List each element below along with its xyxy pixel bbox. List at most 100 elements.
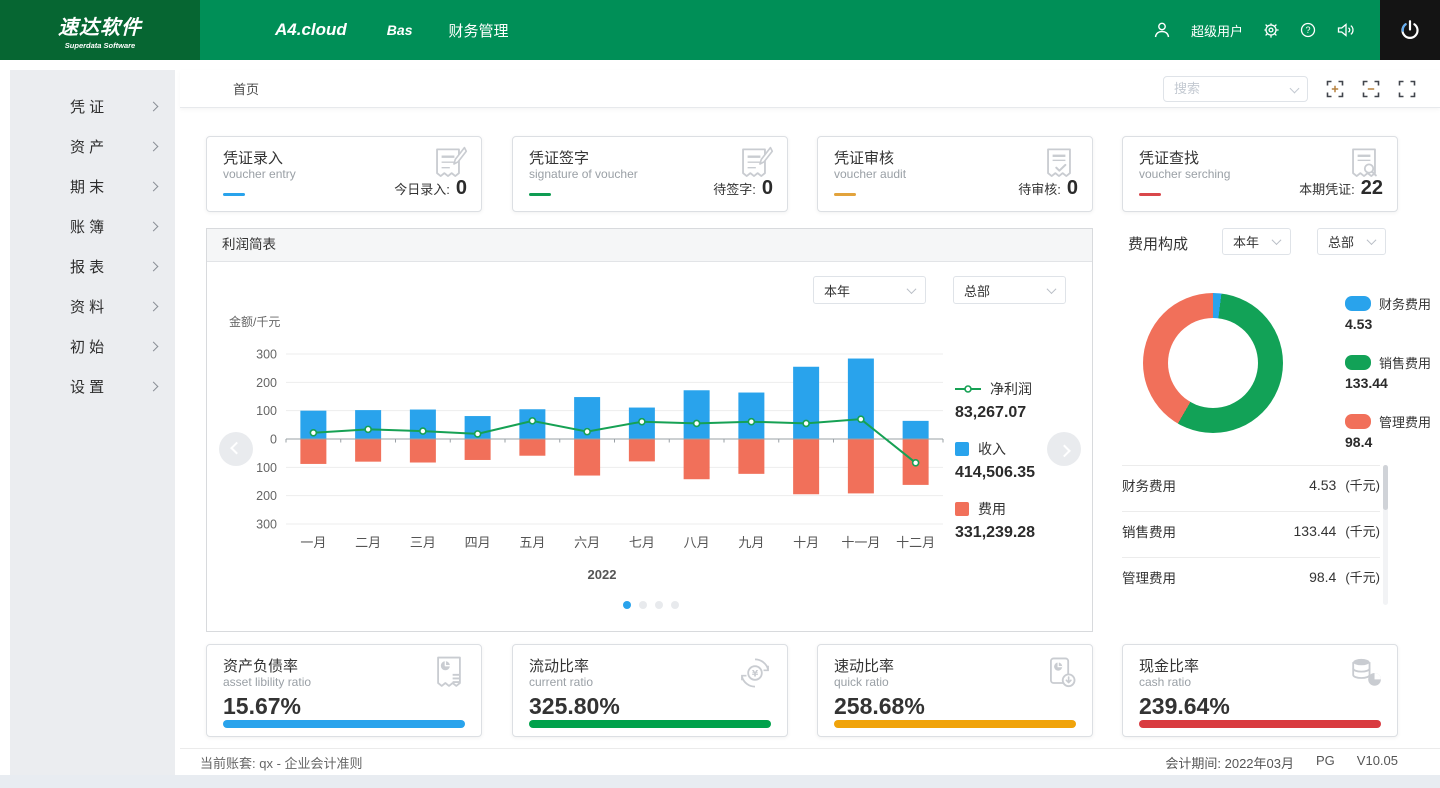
ratio-card-asset-liability[interactable]: 资产负债率 asset libility ratio 15.67% bbox=[206, 644, 482, 737]
stat-card-voucher-signature[interactable]: 凭证签字 signature of voucher 待签字:0 bbox=[512, 136, 788, 212]
card-pie-arrow-icon bbox=[1040, 653, 1080, 698]
org-select[interactable]: 总部 bbox=[953, 276, 1066, 304]
svg-text:?: ? bbox=[1305, 25, 1310, 35]
accent-dash bbox=[529, 193, 551, 196]
stat-card-voucher-entry[interactable]: 凭证录入 voucher entry 今日录入:0 bbox=[206, 136, 482, 212]
ratio-bar bbox=[529, 720, 771, 728]
sidebar-item-initial[interactable]: 初 始 bbox=[10, 326, 175, 366]
pagination-dot[interactable] bbox=[671, 601, 679, 609]
sidebar-item-voucher[interactable]: 凭 证 bbox=[10, 86, 175, 126]
period-select[interactable]: 本年 bbox=[813, 276, 926, 304]
scrollbar-track[interactable] bbox=[1383, 465, 1388, 605]
chevron-right-icon bbox=[149, 181, 159, 191]
pagination-dot[interactable] bbox=[639, 601, 647, 609]
svg-text:六月: 六月 bbox=[574, 535, 600, 550]
legend-item-finance-expense[interactable]: 财务费用 4.53 bbox=[1345, 294, 1440, 332]
swatch-icon bbox=[1345, 414, 1371, 429]
user-icon[interactable] bbox=[1152, 20, 1172, 40]
svg-text:二月: 二月 bbox=[355, 535, 381, 550]
svg-text:四月: 四月 bbox=[465, 535, 491, 550]
svg-text:八月: 八月 bbox=[684, 535, 710, 550]
svg-text:200: 200 bbox=[256, 489, 277, 503]
donut-hole bbox=[1168, 318, 1258, 408]
header-right: 超级用户 ? bbox=[1152, 20, 1380, 40]
chevron-right-icon bbox=[149, 341, 159, 351]
pagination-dot[interactable] bbox=[655, 601, 663, 609]
carousel-prev-button[interactable] bbox=[219, 432, 253, 466]
document-pie-icon bbox=[429, 653, 469, 698]
donut-legend: 财务费用 4.53 销售费用 133.44 管理费用 98.4 bbox=[1345, 294, 1440, 471]
logo-title: 速达软件 bbox=[58, 11, 142, 40]
table-row[interactable]: 财务费用 4.53(千元) bbox=[1122, 465, 1380, 511]
search-input[interactable] bbox=[1163, 76, 1308, 102]
sidebar-item-data[interactable]: 资 料 bbox=[10, 286, 175, 326]
svg-text:300: 300 bbox=[256, 518, 277, 532]
x-axis-year-label: 2022 bbox=[227, 567, 977, 582]
chevron-right-icon bbox=[149, 261, 159, 271]
legend-item-sales-expense[interactable]: 销售费用 133.44 bbox=[1345, 353, 1440, 391]
chevron-right-icon bbox=[149, 101, 159, 111]
topbar: 首页 bbox=[180, 70, 1440, 108]
ratio-bar bbox=[223, 720, 465, 728]
ratio-bar bbox=[1139, 720, 1381, 728]
chevron-right-icon bbox=[1058, 444, 1071, 457]
ratio-card-current[interactable]: 流动比率 current ratio 325.80% ¥ bbox=[512, 644, 788, 737]
pagination-dot[interactable] bbox=[623, 601, 631, 609]
logo[interactable]: 速达软件 Superdata Software bbox=[0, 0, 200, 60]
fullscreen-icon[interactable] bbox=[1398, 80, 1416, 98]
version: V10.05 bbox=[1357, 753, 1398, 772]
power-button[interactable] bbox=[1380, 0, 1440, 60]
help-icon[interactable]: ? bbox=[1299, 21, 1317, 39]
speaker-icon[interactable] bbox=[1336, 21, 1356, 39]
svg-text:三月: 三月 bbox=[410, 535, 436, 550]
stat-card-voucher-search[interactable]: 凭证查找 voucher serching 本期凭证:22 bbox=[1122, 136, 1398, 212]
line-series-icon bbox=[955, 384, 981, 394]
org-select[interactable]: 总部 bbox=[1317, 228, 1386, 255]
search-box bbox=[1163, 76, 1308, 102]
stat-card-voucher-audit[interactable]: 凭证审核 voucher audit 待审核:0 bbox=[817, 136, 1093, 212]
table-row[interactable]: 销售费用 133.44(千元) bbox=[1122, 511, 1380, 557]
svg-text:一月: 一月 bbox=[300, 535, 326, 550]
coins-pie-icon bbox=[1345, 653, 1385, 698]
sidebar-item-settings[interactable]: 设 置 bbox=[10, 366, 175, 406]
swatch-icon bbox=[1345, 296, 1371, 311]
chevron-right-icon bbox=[149, 141, 159, 151]
product-name: A4.cloud bbox=[275, 20, 347, 40]
svg-text:100: 100 bbox=[256, 404, 277, 418]
pagination-dots bbox=[207, 601, 1094, 609]
sidebar-item-assets[interactable]: 资 产 bbox=[10, 126, 175, 166]
sidebar: 凭 证 资 产 期 末 账 簿 报 表 资 料 初 始 设 置 bbox=[10, 70, 175, 775]
refresh-yuan-icon: ¥ bbox=[735, 653, 775, 698]
breadcrumb[interactable]: 首页 bbox=[233, 79, 259, 98]
current-account: 当前账套: qx - 企业会计准则 bbox=[200, 753, 363, 772]
zoom-out-icon[interactable] bbox=[1362, 80, 1380, 98]
legend-item-admin-expense[interactable]: 管理费用 98.4 bbox=[1345, 412, 1440, 450]
table-row[interactable]: 管理费用 98.4(千元) bbox=[1122, 557, 1380, 603]
carousel-next-button[interactable] bbox=[1047, 432, 1081, 466]
zoom-in-icon[interactable] bbox=[1326, 80, 1344, 98]
nav-item-bas[interactable]: Bas bbox=[387, 22, 413, 38]
legend-item-expense[interactable]: 费用 331,239.28 bbox=[955, 499, 1090, 542]
ratio-card-cash[interactable]: 现金比率 cash ratio 239.64% bbox=[1122, 644, 1398, 737]
bottom-strip bbox=[0, 775, 1440, 788]
svg-text:200: 200 bbox=[256, 376, 277, 390]
bar-series-icon bbox=[955, 502, 969, 516]
accounting-period: 会计期间: 2022年03月 bbox=[1165, 753, 1294, 772]
database-type: PG bbox=[1316, 753, 1335, 772]
svg-text:五月: 五月 bbox=[519, 535, 545, 550]
sidebar-item-books[interactable]: 账 簿 bbox=[10, 206, 175, 246]
chevron-down-icon bbox=[907, 284, 917, 294]
power-icon bbox=[1398, 18, 1422, 42]
sidebar-item-period-end[interactable]: 期 末 bbox=[10, 166, 175, 206]
ratio-card-quick[interactable]: 速动比率 quick ratio 258.68% bbox=[817, 644, 1093, 737]
username[interactable]: 超级用户 bbox=[1191, 21, 1243, 40]
legend-item-net-profit[interactable]: 净利润 83,267.07 bbox=[955, 379, 1090, 422]
nav-item-finance[interactable]: 财务管理 bbox=[448, 20, 508, 41]
gear-icon[interactable] bbox=[1262, 21, 1280, 39]
period-select[interactable]: 本年 bbox=[1222, 228, 1291, 255]
scrollbar-thumb[interactable] bbox=[1383, 465, 1388, 510]
chevron-right-icon bbox=[149, 301, 159, 311]
sidebar-item-reports[interactable]: 报 表 bbox=[10, 246, 175, 286]
accent-dash bbox=[834, 193, 856, 196]
svg-text:0: 0 bbox=[270, 433, 277, 447]
